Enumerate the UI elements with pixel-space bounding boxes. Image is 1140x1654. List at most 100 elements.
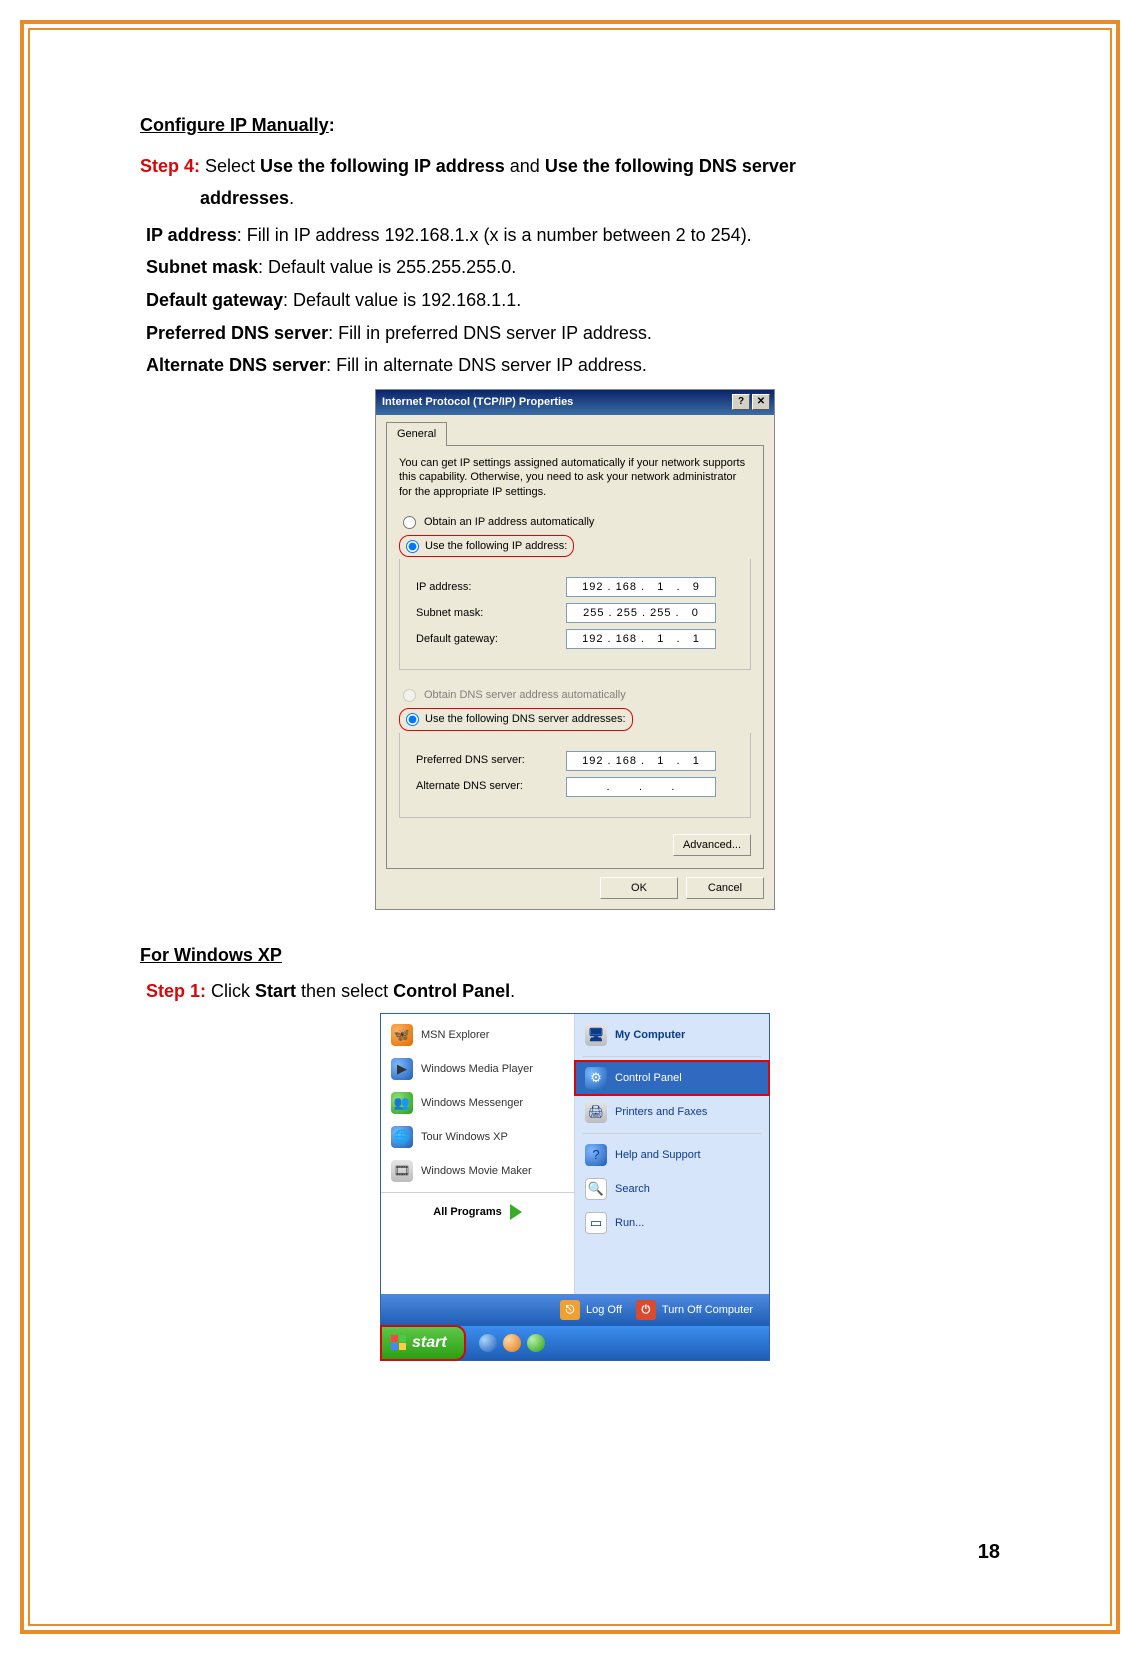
arrow-icon <box>510 1204 522 1220</box>
quicklaunch-icon[interactable] <box>503 1334 521 1352</box>
quick-launch <box>479 1334 545 1352</box>
radio-obtain-dns: Obtain DNS server address automatically <box>399 686 751 705</box>
mycomputer-icon: 🖥 <box>585 1024 607 1046</box>
gateway-label: Default gateway <box>146 290 283 310</box>
subnet-input[interactable] <box>566 603 716 623</box>
start-button[interactable]: start <box>381 1326 465 1360</box>
radio-use-ip-input[interactable] <box>406 540 419 553</box>
subnet-text: : Default value is 255.255.255.0. <box>258 257 516 277</box>
menu-item-help-label: Help and Support <box>615 1146 701 1165</box>
close-button[interactable]: ✕ <box>752 394 770 410</box>
step4-b: Use the following IP address <box>260 156 505 176</box>
step1-label: Step 1: <box>146 981 206 1001</box>
adns-label: Alternate DNS server <box>146 355 326 375</box>
wmp-icon: ▶ <box>391 1058 413 1080</box>
search-icon: 🔍 <box>585 1178 607 1200</box>
separator <box>583 1056 761 1057</box>
windows-logo-icon <box>391 1335 406 1350</box>
quicklaunch-icon[interactable] <box>479 1334 497 1352</box>
logoff-label: Log Off <box>586 1301 622 1320</box>
radio-obtain-dns-label: Obtain DNS server address automatically <box>424 686 626 705</box>
run-icon: ▭ <box>585 1212 607 1234</box>
gateway-input[interactable] <box>566 629 716 649</box>
menu-item-run[interactable]: ▭ Run... <box>575 1206 769 1240</box>
step4-label: Step 4: <box>140 156 200 176</box>
xp-heading: For Windows XP <box>140 945 282 965</box>
pref-dns-field-label: Preferred DNS server: <box>416 751 566 770</box>
step4-e: addresses <box>200 188 289 208</box>
step4-d: Use the following DNS server <box>545 156 796 176</box>
radio-use-ip[interactable]: Use the following IP address: <box>399 535 751 558</box>
menu-item-search[interactable]: 🔍 Search <box>575 1172 769 1206</box>
step1-c: then select <box>296 981 393 1001</box>
pdns-text: : Fill in preferred DNS server IP addres… <box>328 323 652 343</box>
alt-dns-input[interactable] <box>566 777 716 797</box>
menu-item-messenger[interactable]: 👥 Windows Messenger <box>381 1086 574 1120</box>
subnet-label: Subnet mask <box>146 257 258 277</box>
step4-c: and <box>505 156 545 176</box>
tcpip-dialog: Internet Protocol (TCP/IP) Properties ? … <box>375 389 775 910</box>
turnoff-label: Turn Off Computer <box>662 1301 753 1320</box>
logoff-button[interactable]: ⎋ Log Off <box>560 1300 622 1320</box>
tab-general[interactable]: General <box>386 422 447 446</box>
menu-item-msn[interactable]: 🦋 MSN Explorer <box>381 1018 574 1052</box>
configure-heading: Configure IP Manually <box>140 115 329 135</box>
taskbar: start <box>381 1326 769 1360</box>
controlpanel-icon: ⚙ <box>585 1067 607 1089</box>
radio-use-dns[interactable]: Use the following DNS server addresses: <box>399 708 751 731</box>
menu-item-tour[interactable]: 🌐 Tour Windows XP <box>381 1120 574 1154</box>
all-programs-label: All Programs <box>433 1203 501 1222</box>
menu-item-moviemaker[interactable]: 🎞 Windows Movie Maker <box>381 1154 574 1188</box>
radio-use-dns-label: Use the following DNS server addresses: <box>425 710 626 729</box>
step1-dot: . <box>510 981 515 1001</box>
menu-item-help[interactable]: ? Help and Support <box>575 1138 769 1172</box>
step4-dot: . <box>289 188 294 208</box>
ip-address-input[interactable] <box>566 577 716 597</box>
menu-item-wmp-label: Windows Media Player <box>421 1060 533 1079</box>
radio-obtain-ip[interactable]: Obtain an IP address automatically <box>399 513 751 532</box>
messenger-icon: 👥 <box>391 1092 413 1114</box>
pref-dns-input[interactable] <box>566 751 716 771</box>
radio-obtain-ip-input[interactable] <box>403 516 416 529</box>
ip-address-field-label: IP address: <box>416 578 566 597</box>
step1-b: Start <box>255 981 296 1001</box>
configure-colon: : <box>329 115 335 135</box>
pdns-label: Preferred DNS server <box>146 323 328 343</box>
power-icon: ⏻ <box>636 1300 656 1320</box>
help-button[interactable]: ? <box>732 394 750 410</box>
msn-icon: 🦋 <box>391 1024 413 1046</box>
start-menu-footer: ⎋ Log Off ⏻ Turn Off Computer <box>381 1294 769 1326</box>
advanced-button[interactable]: Advanced... <box>673 834 751 856</box>
logoff-icon: ⎋ <box>560 1300 580 1320</box>
step1-d: Control Panel <box>393 981 510 1001</box>
radio-obtain-ip-label: Obtain an IP address automatically <box>424 513 594 532</box>
menu-item-mycomputer[interactable]: 🖥 My Computer <box>575 1018 769 1052</box>
menu-item-controlpanel[interactable]: ⚙ Control Panel <box>575 1061 769 1095</box>
menu-item-wmp[interactable]: ▶ Windows Media Player <box>381 1052 574 1086</box>
radio-use-dns-input[interactable] <box>406 713 419 726</box>
start-menu-right: 🖥 My Computer ⚙ Control Panel 🖨 Printers… <box>575 1014 769 1294</box>
step1-a: Click <box>206 981 255 1001</box>
menu-item-messenger-label: Windows Messenger <box>421 1094 523 1113</box>
menu-item-search-label: Search <box>615 1180 650 1199</box>
cancel-button[interactable]: Cancel <box>686 877 764 899</box>
start-button-label: start <box>412 1329 447 1356</box>
turnoff-button[interactable]: ⏻ Turn Off Computer <box>636 1300 753 1320</box>
menu-item-moviemaker-label: Windows Movie Maker <box>421 1162 532 1181</box>
help-icon: ? <box>585 1144 607 1166</box>
menu-item-printers[interactable]: 🖨 Printers and Faxes <box>575 1095 769 1129</box>
menu-item-mycomputer-label: My Computer <box>615 1026 685 1045</box>
dialog-title: Internet Protocol (TCP/IP) Properties <box>382 393 573 412</box>
step4-a: Select <box>200 156 260 176</box>
ok-button[interactable]: OK <box>600 877 678 899</box>
menu-item-printers-label: Printers and Faxes <box>615 1103 707 1122</box>
printers-icon: 🖨 <box>585 1101 607 1123</box>
ipaddr-text: : Fill in IP address 192.168.1.x (x is a… <box>237 225 752 245</box>
quicklaunch-icon[interactable] <box>527 1334 545 1352</box>
menu-item-all-programs[interactable]: All Programs <box>381 1192 574 1230</box>
gateway-text: : Default value is 192.168.1.1. <box>283 290 521 310</box>
adns-text: : Fill in alternate DNS server IP addres… <box>326 355 647 375</box>
menu-item-msn-label: MSN Explorer <box>421 1026 489 1045</box>
gateway-field-label: Default gateway: <box>416 630 566 649</box>
menu-item-controlpanel-label: Control Panel <box>615 1069 682 1088</box>
